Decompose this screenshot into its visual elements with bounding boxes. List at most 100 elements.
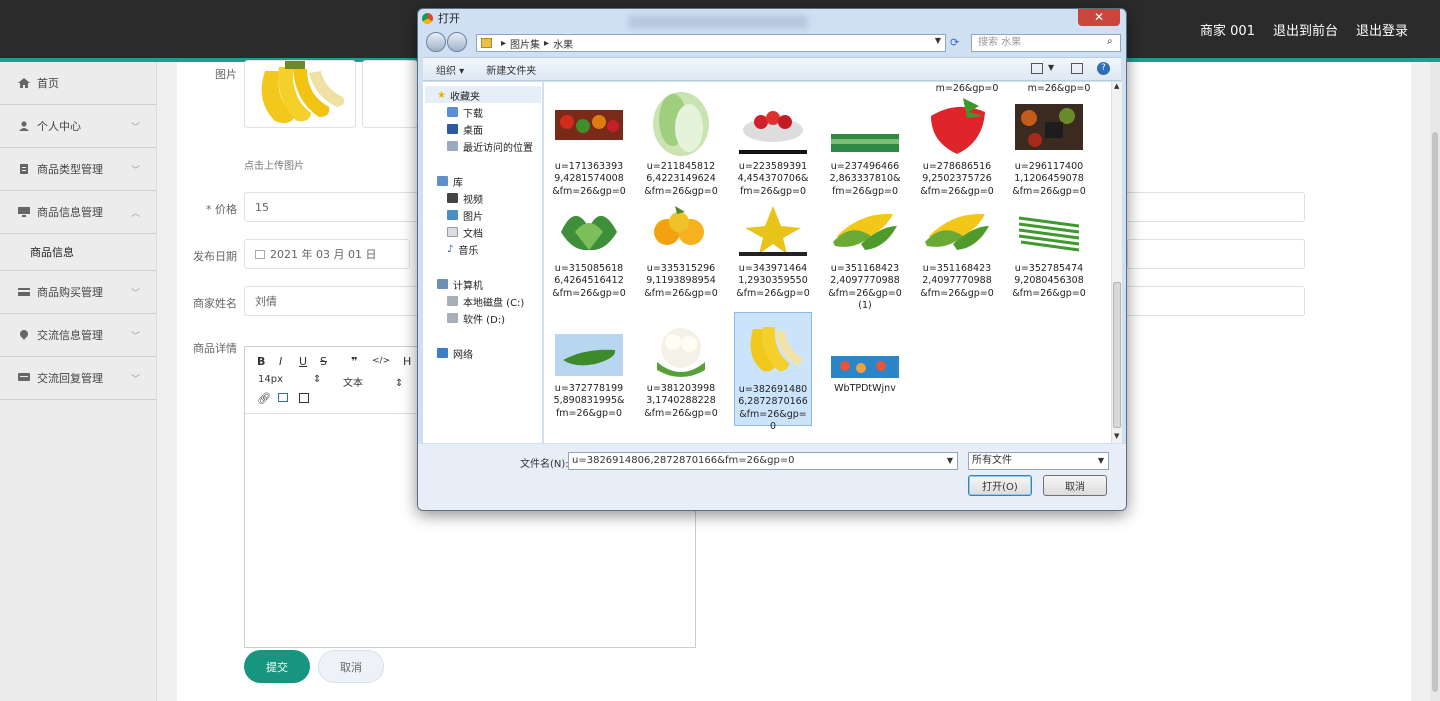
page-scrollbar[interactable] <box>1430 62 1440 701</box>
heading-icon[interactable]: H <box>403 355 411 368</box>
upload-hint: 点击上传图片 <box>244 161 304 172</box>
nav-network[interactable]: 网络 <box>437 345 473 361</box>
help-icon[interactable]: ? <box>1097 62 1110 75</box>
bold-icon[interactable]: B <box>257 355 265 368</box>
file-list-scrollbar-thumb[interactable] <box>1113 282 1121 428</box>
nav-label: 图片 <box>463 211 483 223</box>
home-icon <box>18 78 30 88</box>
font-size-select[interactable]: 14px ⇕ <box>258 374 321 385</box>
forward-button[interactable] <box>447 32 467 52</box>
price-label: * 价格 <box>206 203 237 216</box>
new-folder-button[interactable]: 新建文件夹 <box>486 62 536 77</box>
nav-favorites[interactable]: ★ 收藏夹 <box>437 87 480 103</box>
file-tile[interactable]: u=3527854749,2080456308&fm=26&gp=0 <box>1010 192 1088 299</box>
blurred-window-title <box>628 15 808 29</box>
nav-recent[interactable]: 最近访问的位置 <box>447 138 533 154</box>
image-icon[interactable] <box>278 393 288 402</box>
file-tile[interactable]: u=2786865169,2502375726&fm=26&gp=0 <box>918 90 996 197</box>
nav-software-disk[interactable]: 软件 (D:) <box>447 310 505 326</box>
date-picker[interactable]: 2021 年 03 月 01 日 <box>244 239 410 269</box>
link-icon[interactable]: 🔗︎ <box>257 392 271 405</box>
file-thumbnail <box>734 192 812 263</box>
sidebar-item-purchase[interactable]: 商品购买管理 ﹀ <box>0 271 156 314</box>
file-list-scrollbar[interactable]: ▲ ▼ <box>1111 82 1122 443</box>
file-tile[interactable]: u=3353152969,1193898954&fm=26&gp=0 <box>642 192 720 299</box>
file-tile[interactable]: u=2118458126,4223149624&fm=26&gp=0 <box>642 90 720 197</box>
nav-desktop[interactable]: 桌面 <box>447 121 483 137</box>
sidebar-item-category[interactable]: 商品类型管理 ﹀ <box>0 148 156 191</box>
quote-icon[interactable]: ❞ <box>351 355 357 368</box>
open-button[interactable]: 打开(O) <box>968 475 1032 496</box>
chevron-down-icon[interactable]: ▼ <box>947 453 953 469</box>
file-tile[interactable]: u=3150856186,4264516412&fm=26&gp=0 <box>550 192 628 299</box>
scroll-down-icon[interactable]: ▼ <box>1114 432 1119 440</box>
nav-label: 收藏夹 <box>449 91 480 103</box>
filename-input[interactable]: u=3826914806,2872870166&fm=26&gp=0 ▼ <box>568 452 958 470</box>
file-tile[interactable]: u=3439714641,2930359550&fm=26&gp=0 <box>734 192 812 299</box>
search-input[interactable]: 搜索 水果 <box>971 34 1121 52</box>
dialog-close-button[interactable]: ✕ <box>1078 9 1120 26</box>
chevron-up-icon: ︿ <box>130 208 140 219</box>
nav-music[interactable]: ♪ 音乐 <box>447 241 478 257</box>
chevron-down-icon: ﹀ <box>130 374 140 385</box>
block-type-select[interactable]: 文本 ⇕ <box>343 374 403 389</box>
breadcrumb-item[interactable]: 图片集 <box>510 36 540 51</box>
nav-libraries[interactable]: 库 <box>437 173 463 189</box>
sidebar-item-home[interactable]: 首页 <box>0 62 156 105</box>
submit-button[interactable]: 提交 <box>244 650 310 683</box>
nav-downloads[interactable]: 下载 <box>447 104 483 120</box>
logout-link[interactable]: 退出登录 <box>1356 20 1408 39</box>
upload-add-box[interactable] <box>362 60 418 128</box>
dialog-cancel-button[interactable]: 取消 <box>1043 475 1107 496</box>
filetype-select[interactable]: 所有文件 ▼ <box>968 452 1109 470</box>
sidebar-item-reply[interactable]: 交流回复管理 ﹀ <box>0 357 156 400</box>
nav-computer[interactable]: 计算机 <box>437 276 483 292</box>
italic-icon[interactable]: I <box>279 355 282 368</box>
nav-videos[interactable]: 视频 <box>447 190 483 206</box>
scroll-up-icon[interactable]: ▲ <box>1114 82 1119 90</box>
view-icon[interactable] <box>1031 63 1043 74</box>
sidebar-item-goods-info[interactable]: 商品信息管理 ︿ <box>0 191 156 234</box>
search-icon[interactable]: ⌕ <box>1107 36 1113 47</box>
file-tile[interactable]: u=3826914806,2872870166&fm=26&gp=0 <box>734 312 812 432</box>
file-tile[interactable]: u=2235893914,454370706&fm=26&gp=0 <box>734 90 812 197</box>
file-thumbnail <box>826 312 904 383</box>
file-tile[interactable]: u=3727781995,890831995&fm=26&gp=0 <box>550 312 628 419</box>
date-field-right[interactable] <box>1127 239 1305 269</box>
back-button[interactable] <box>426 32 446 52</box>
nav-label: 网络 <box>453 349 473 361</box>
sidebar-item-profile[interactable]: 个人中心 ﹀ <box>0 105 156 148</box>
file-tile[interactable]: u=3812039983,1740288228&fm=26&gp=0 <box>642 312 720 419</box>
nav-pictures[interactable]: 图片 <box>447 207 483 223</box>
nav-documents[interactable]: 文档 <box>447 224 483 240</box>
sidebar-item-exchange[interactable]: 交流信息管理 ﹀ <box>0 314 156 357</box>
organize-menu[interactable]: 组织 ▾ <box>436 62 464 77</box>
address-bar[interactable]: ▸ 图片集 ▸ 水果 ▼ <box>476 34 946 52</box>
nav-label: 下载 <box>463 108 483 120</box>
underline-icon[interactable]: U <box>299 355 307 368</box>
strikethrough-icon[interactable]: S <box>320 355 327 368</box>
file-tile[interactable]: u=3511684232,4097770988&fm=26&gp=0 <box>918 192 996 299</box>
sidebar-subitem-goods-info[interactable]: 商品信息 <box>0 234 156 271</box>
file-tile[interactable]: WbTPDtWjnv <box>826 312 904 416</box>
page-scrollbar-thumb[interactable] <box>1432 132 1438 692</box>
video-icon[interactable] <box>299 393 309 403</box>
breadcrumb-item[interactable]: 水果 <box>553 36 573 51</box>
exit-to-front-link[interactable]: 退出到前台 <box>1273 20 1338 39</box>
cancel-button[interactable]: 取消 <box>318 650 384 683</box>
preview-pane-icon[interactable] <box>1071 63 1083 74</box>
file-tile[interactable]: u=1713633939,4281574008&fm=26&gp=0 <box>550 90 628 197</box>
navigation-pane: ★ 收藏夹 下载 桌面 最近访问的位置 库 视频 图片 文档 ♪ 音乐 计算机 本地… <box>423 82 543 443</box>
file-tile[interactable]: u=2374964662,863337810&fm=26&gp=0 <box>826 90 904 197</box>
refresh-icon[interactable]: ⟳ <box>950 36 959 49</box>
nav-local-disk[interactable]: 本地磁盘 (C:) <box>447 293 524 309</box>
chevron-down-icon[interactable]: ▼ <box>935 36 941 45</box>
file-tile[interactable]: u=3511684232,4097770988&fm=26&gp=0 (1) <box>826 192 904 311</box>
font-size-value: 14px <box>258 374 283 385</box>
merchant-name: 商家 001 <box>1200 24 1255 39</box>
chevron-down-icon[interactable]: ▼ <box>1048 63 1054 72</box>
file-tile[interactable]: u=2961174001,1206459078&fm=26&gp=0 <box>1010 90 1088 197</box>
uploaded-image-thumb[interactable] <box>244 60 356 128</box>
code-icon[interactable]: </> <box>372 356 390 366</box>
file-thumbnail <box>735 313 811 384</box>
